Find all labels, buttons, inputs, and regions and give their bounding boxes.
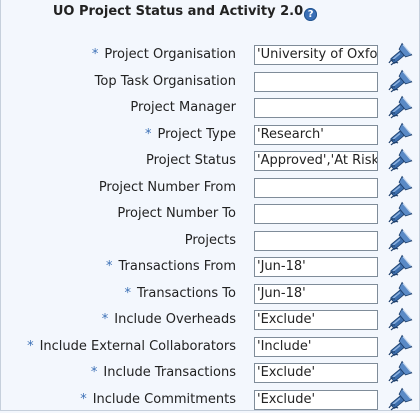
param-label: Projects bbox=[185, 233, 236, 248]
param-input-transactions-from[interactable]: 'Jun-18' bbox=[254, 257, 378, 277]
param-row-project-number-to: Project Number To bbox=[0, 204, 420, 226]
lov-search-icon[interactable] bbox=[386, 122, 414, 148]
param-label: * Include External Collaborators bbox=[27, 339, 236, 354]
param-input-include-external-collaborators[interactable]: 'Include' bbox=[254, 336, 378, 357]
param-label: Project Status bbox=[146, 153, 236, 168]
param-row-project-organisation: * Project Organisation 'University of Oxfo… bbox=[0, 45, 420, 67]
param-label-text: Project Number To bbox=[117, 206, 236, 221]
lov-search-icon[interactable] bbox=[386, 42, 414, 68]
lov-search-icon[interactable] bbox=[386, 307, 414, 333]
lov-search-icon[interactable] bbox=[386, 281, 414, 307]
param-input-projects[interactable] bbox=[254, 230, 378, 251]
param-label-text: Project Manager bbox=[130, 100, 236, 115]
required-marker: * bbox=[145, 126, 152, 142]
lov-search-icon[interactable] bbox=[386, 360, 414, 386]
param-input-project-status[interactable]: 'Approved','At Risk',' bbox=[254, 151, 378, 171]
param-row-transactions-from: * Transactions From 'Jun-18' bbox=[0, 257, 420, 279]
param-label: * Include Overheads bbox=[102, 312, 236, 327]
param-row-project-type: * Project Type 'Research' bbox=[0, 125, 420, 147]
param-row-transactions-to: * Transactions To 'Jun-18' bbox=[0, 284, 420, 306]
param-input-transactions-to[interactable]: 'Jun-18' bbox=[254, 283, 378, 304]
param-label-text: Project Number From bbox=[98, 179, 236, 195]
param-input-project-number-to[interactable] bbox=[254, 204, 378, 224]
lov-search-icon[interactable] bbox=[386, 95, 414, 121]
param-row-project-number-from: Project Number From bbox=[0, 178, 420, 200]
help-icon[interactable]: ? bbox=[304, 8, 318, 21]
report-title-text: UO Project Status and Activity 2.0 bbox=[52, 4, 304, 19]
required-marker: * bbox=[101, 312, 109, 327]
param-input-project-manager[interactable] bbox=[254, 98, 378, 118]
param-label: Project Manager bbox=[130, 100, 236, 115]
required-marker: * bbox=[90, 365, 98, 380]
param-label: Project Number From bbox=[99, 180, 236, 195]
lov-search-icon[interactable] bbox=[386, 175, 414, 201]
lov-search-icon[interactable] bbox=[386, 254, 414, 280]
required-marker: * bbox=[91, 47, 99, 62]
param-input-project-number-from[interactable] bbox=[254, 177, 378, 198]
param-label-text: Include Commitments bbox=[92, 391, 236, 407]
param-row-include-transactions: * Include Transactions 'Exclude' bbox=[0, 363, 420, 385]
param-label-text: Top Task Organisation bbox=[94, 73, 236, 89]
param-input-project-type[interactable]: 'Research' bbox=[254, 124, 378, 145]
param-label: * Include Transactions bbox=[91, 365, 236, 380]
param-label: * Project Type bbox=[145, 127, 236, 142]
param-label-text: Include Transactions bbox=[103, 365, 236, 380]
param-label: * Project Organisation bbox=[92, 47, 236, 62]
lov-search-icon[interactable] bbox=[386, 334, 414, 360]
param-label: * Include Commitments bbox=[80, 392, 236, 407]
report-title: UO Project Status and Activity 2.0? bbox=[0, 4, 370, 21]
param-input-project-organisation[interactable]: 'University of Oxford' bbox=[254, 45, 378, 65]
required-marker: * bbox=[124, 285, 132, 301]
param-label: Top Task Organisation bbox=[95, 74, 236, 89]
param-label-text: Include External Collaborators bbox=[39, 338, 236, 354]
lov-search-icon[interactable] bbox=[386, 228, 414, 254]
param-input-include-commitments[interactable]: 'Exclude' bbox=[254, 389, 378, 410]
param-label-text: Project Type bbox=[157, 126, 236, 142]
param-row-top-task-organisation: Top Task Organisation bbox=[0, 72, 420, 94]
param-input-include-transactions[interactable]: 'Exclude' bbox=[254, 363, 378, 383]
lov-search-icon[interactable] bbox=[386, 201, 414, 227]
param-row-include-external-collaborators: * Include External Collaborators 'Include' bbox=[0, 337, 420, 359]
param-label: * Transactions From bbox=[106, 259, 236, 274]
required-marker: * bbox=[27, 338, 34, 354]
lov-search-icon[interactable] bbox=[386, 387, 414, 413]
param-row-project-manager: Project Manager bbox=[0, 98, 420, 120]
param-label: * Transactions To bbox=[125, 286, 236, 301]
param-input-include-overheads[interactable]: 'Exclude' bbox=[254, 310, 378, 330]
param-label-text: Projects bbox=[184, 232, 236, 248]
param-row-project-status: Project Status 'Approved','At Risk',' bbox=[0, 151, 420, 173]
param-row-projects: Projects bbox=[0, 231, 420, 253]
param-label: Project Number To bbox=[117, 206, 236, 221]
required-marker: * bbox=[80, 391, 87, 407]
param-row-include-overheads: * Include Overheads 'Exclude' bbox=[0, 310, 420, 332]
required-marker: * bbox=[106, 259, 113, 274]
param-label-text: Project Status bbox=[145, 153, 236, 168]
param-label-text: Include Overheads bbox=[114, 312, 236, 327]
lov-search-icon[interactable] bbox=[386, 69, 414, 95]
param-label-text: Project Organisation bbox=[104, 47, 236, 62]
param-input-top-task-organisation[interactable] bbox=[254, 71, 378, 92]
param-row-include-commitments: * Include Commitments 'Exclude' bbox=[0, 390, 420, 412]
lov-search-icon[interactable] bbox=[386, 148, 414, 174]
param-label-text: Transactions From bbox=[118, 259, 236, 274]
param-label-text: Transactions To bbox=[137, 285, 236, 301]
